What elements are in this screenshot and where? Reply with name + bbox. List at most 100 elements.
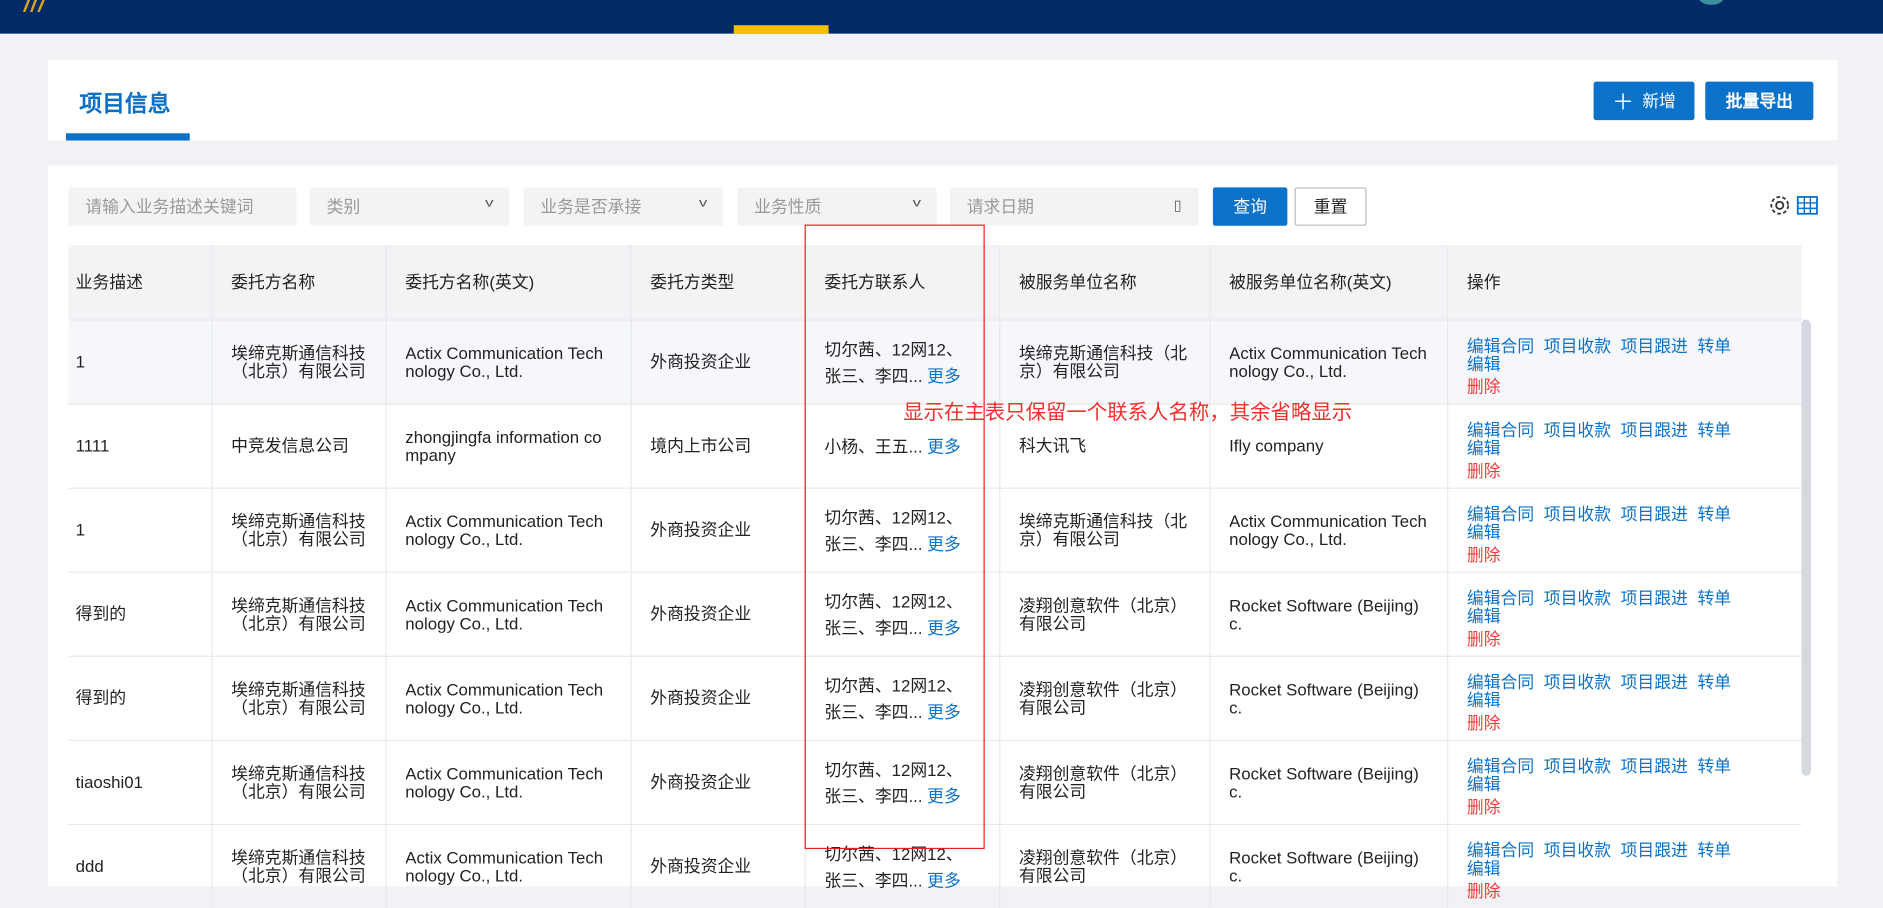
category-select[interactable]: 类别 v: [309, 187, 510, 226]
keyword-search-input[interactable]: 请输入业务描述关键词: [68, 187, 297, 226]
delete-link[interactable]: 删除: [1467, 377, 1501, 396]
served-cell: 凌翔创意软件（北京）有限公司: [999, 571, 1210, 657]
action-link[interactable]: 编辑合同: [1467, 841, 1534, 860]
action-link[interactable]: 转单: [1697, 336, 1731, 355]
action-link[interactable]: 项目跟进: [1621, 673, 1688, 692]
chevron-down-icon: v: [485, 196, 494, 211]
table-scrollbar[interactable]: [1801, 319, 1811, 776]
served_en-cell: Rocket Software (Beijing) c.: [1209, 655, 1448, 741]
desc-text: 1111: [75, 437, 110, 456]
served_en-text: Ifly company: [1229, 437, 1324, 456]
type-text: 外商投资企业: [650, 521, 752, 540]
action-link[interactable]: 转单: [1697, 673, 1731, 692]
query-button[interactable]: 查询: [1212, 187, 1288, 226]
action-link[interactable]: 编辑: [1467, 438, 1501, 457]
gear-icon[interactable]: [1769, 195, 1791, 217]
client-cell: 埃缔克斯通信科技（北京）有限公司: [211, 571, 387, 657]
action-link[interactable]: 项目跟进: [1621, 841, 1688, 860]
desc-cell: tiaoshi01: [68, 739, 212, 825]
action-link[interactable]: 项目收款: [1544, 336, 1611, 355]
type-text: 外商投资企业: [650, 773, 752, 792]
action-link[interactable]: 编辑: [1467, 859, 1501, 878]
action-link[interactable]: 编辑合同: [1467, 757, 1534, 776]
type-text: 外商投资企业: [650, 353, 752, 372]
delete-link[interactable]: 删除: [1467, 881, 1501, 900]
action-link[interactable]: 转单: [1697, 420, 1731, 439]
action-link[interactable]: 项目跟进: [1621, 336, 1688, 355]
action-link[interactable]: 项目收款: [1544, 673, 1611, 692]
client-cell: 埃缔克斯通信科技（北京）有限公司: [211, 655, 387, 741]
page-title[interactable]: 项目信息: [79, 86, 170, 118]
undertaken-select[interactable]: 业务是否承接 v: [523, 187, 723, 226]
column-header: 被服务单位名称(英文): [1209, 244, 1448, 321]
column-header: 委托方名称: [211, 244, 387, 321]
action-link[interactable]: 项目跟进: [1621, 504, 1688, 523]
action-link[interactable]: 编辑: [1467, 775, 1501, 794]
desc-cell: 得到的: [68, 571, 212, 657]
desc-text: tiaoshi01: [75, 773, 143, 792]
client-text: 埃缔克斯通信科技（北京）有限公司: [231, 764, 366, 801]
action-link[interactable]: 项目跟进: [1621, 420, 1688, 439]
chevron-down-icon: v: [912, 196, 922, 211]
type-text: 外商投资企业: [650, 857, 752, 876]
add-button[interactable]: ＋新增: [1593, 81, 1695, 121]
date-picker[interactable]: 请求日期 ▯: [949, 187, 1199, 226]
action-link[interactable]: 转单: [1697, 841, 1731, 860]
action-link[interactable]: 编辑合同: [1467, 336, 1534, 355]
served-text: 埃缔克斯通信科技（北京）有限公司: [1018, 344, 1188, 381]
served-cell: 凌翔创意软件（北京）有限公司: [999, 739, 1210, 825]
action-link[interactable]: 转单: [1697, 588, 1731, 607]
action-link[interactable]: 项目跟进: [1621, 757, 1688, 776]
column-settings-icon[interactable]: [1796, 195, 1819, 217]
nature-select[interactable]: 业务性质 v: [737, 187, 937, 226]
type-cell: 外商投资企业: [630, 823, 806, 908]
action-link[interactable]: 编辑: [1467, 691, 1501, 710]
desc-text: 1: [75, 353, 86, 372]
client_en-cell: Actix Communication Technology Co., Ltd.: [385, 487, 632, 573]
served_en-cell: Rocket Software (Beijing) c.: [1209, 739, 1448, 825]
action-link[interactable]: 编辑合同: [1467, 420, 1534, 439]
type-text: 外商投资企业: [650, 689, 752, 708]
actions-cell: 编辑合同 项目收款 项目跟进 转单编辑删除: [1447, 319, 1802, 405]
action-link[interactable]: 项目收款: [1544, 420, 1611, 439]
desc-text: 得到的: [75, 689, 127, 708]
desc-cell: 1111: [68, 403, 212, 489]
delete-link[interactable]: 删除: [1467, 713, 1501, 732]
client_en-text: zhongjingfa information company: [405, 428, 602, 465]
avatar[interactable]: [1695, 0, 1727, 5]
active-nav-indicator[interactable]: [733, 25, 829, 34]
action-link[interactable]: 转单: [1697, 757, 1731, 776]
served-cell: 埃缔克斯通信科技（北京）有限公司: [999, 319, 1210, 405]
action-link[interactable]: 项目收款: [1544, 757, 1611, 776]
desc-cell: 1: [68, 487, 212, 573]
action-link[interactable]: 转单: [1697, 504, 1731, 523]
served_en-cell: Actix Communication Technology Co., Ltd.: [1209, 487, 1448, 573]
served-text: 凌翔创意软件（北京）有限公司: [1018, 596, 1188, 633]
served-text: 凌翔创意软件（北京）有限公司: [1018, 848, 1188, 885]
client_en-cell: Actix Communication Technology Co., Ltd.: [385, 319, 632, 405]
type-cell: 外商投资企业: [630, 655, 806, 741]
action-link[interactable]: 编辑合同: [1467, 504, 1534, 523]
action-link[interactable]: 项目收款: [1544, 841, 1611, 860]
served_en-text: Rocket Software (Beijing) c.: [1229, 680, 1419, 717]
actions-cell: 编辑合同 项目收款 项目跟进 转单编辑删除: [1447, 487, 1802, 573]
action-link[interactable]: 项目收款: [1544, 588, 1611, 607]
action-link[interactable]: 编辑合同: [1467, 588, 1534, 607]
batch-export-button[interactable]: 批量导出: [1705, 81, 1814, 121]
desc-cell: 1: [68, 319, 212, 405]
delete-link[interactable]: 删除: [1467, 461, 1501, 480]
type-text: 境内上市公司: [650, 437, 752, 456]
delete-link[interactable]: 删除: [1467, 629, 1501, 648]
action-link[interactable]: 编辑合同: [1467, 673, 1534, 692]
delete-link[interactable]: 删除: [1467, 797, 1501, 816]
action-link[interactable]: 编辑: [1467, 606, 1501, 625]
delete-link[interactable]: 删除: [1467, 545, 1501, 564]
action-link[interactable]: 编辑: [1467, 354, 1501, 373]
reset-button[interactable]: 重置: [1294, 187, 1367, 226]
action-link[interactable]: 编辑: [1467, 522, 1501, 541]
more-link[interactable]: 更多: [927, 870, 961, 889]
action-link[interactable]: 项目跟进: [1621, 588, 1688, 607]
client_en-text: Actix Communication Technology Co., Ltd.: [405, 680, 604, 717]
action-link[interactable]: 项目收款: [1544, 504, 1611, 523]
top-nav-bar: [0, 0, 1883, 34]
